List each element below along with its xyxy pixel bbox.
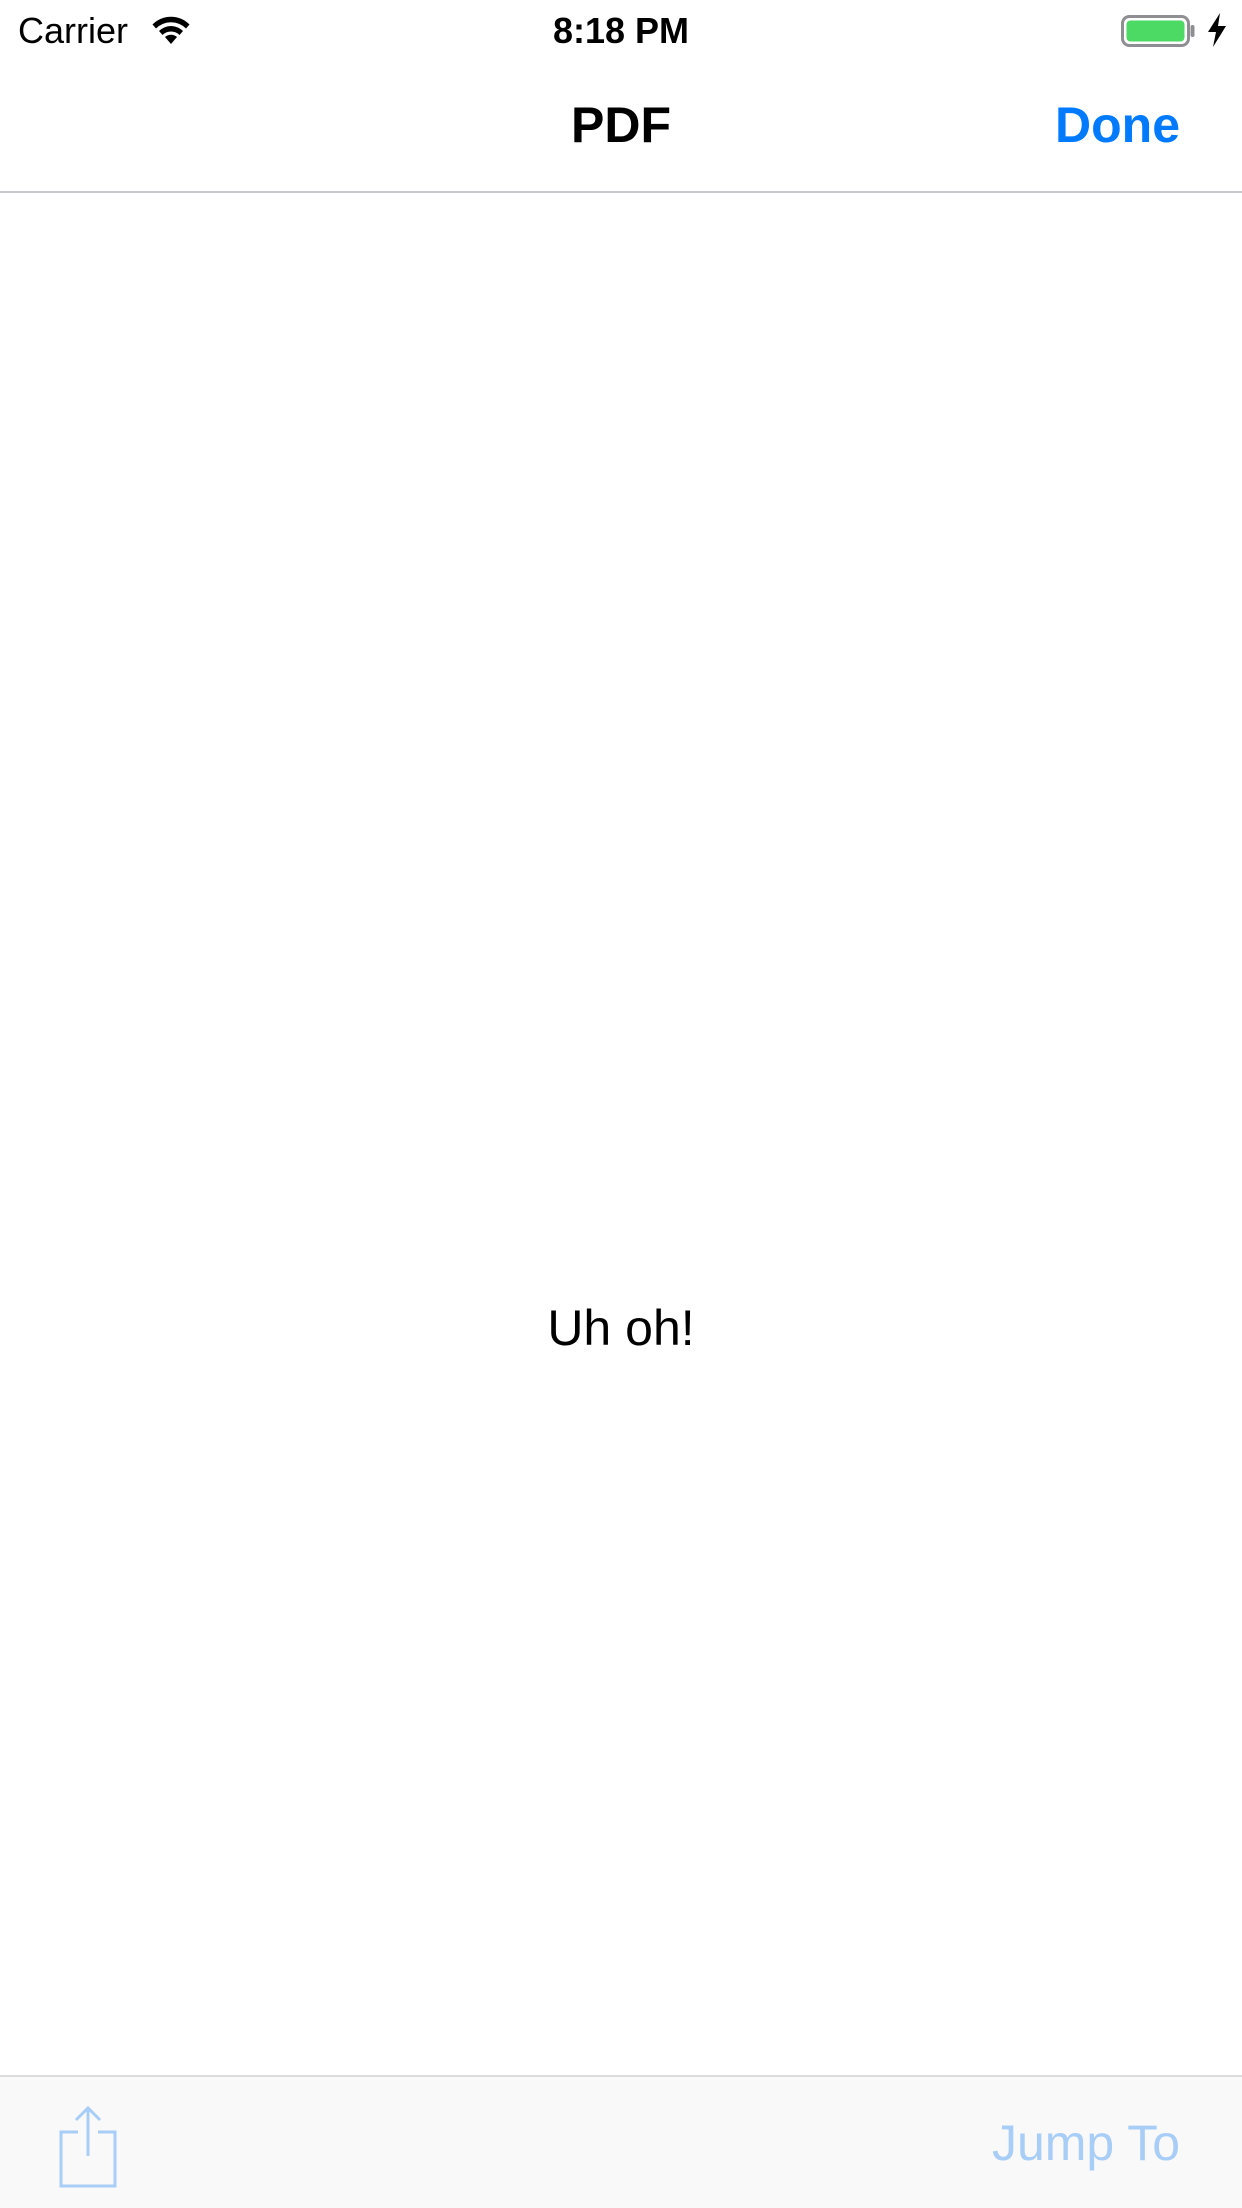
navigation-bar: PDF Done — [0, 60, 1242, 193]
clock: 8:18 PM — [552, 10, 690, 51]
bolt-icon — [1207, 13, 1227, 47]
status-bar: Carrier 8:18 PM — [0, 0, 1242, 60]
done-button[interactable]: Done — [1055, 60, 1180, 191]
share-icon — [59, 2105, 117, 2188]
screen: Carrier 8:18 PM PDF Done Uh oh! Jump To — [0, 0, 1242, 2208]
error-message: Uh oh! — [547, 1300, 695, 1356]
battery-icon — [1121, 15, 1195, 47]
jump-to-button[interactable]: Jump To — [992, 2077, 1180, 2208]
bottom-toolbar: Jump To — [0, 2075, 1242, 2208]
share-button[interactable] — [58, 2104, 118, 2188]
pdf-content-area: Uh oh! — [0, 193, 1242, 2075]
